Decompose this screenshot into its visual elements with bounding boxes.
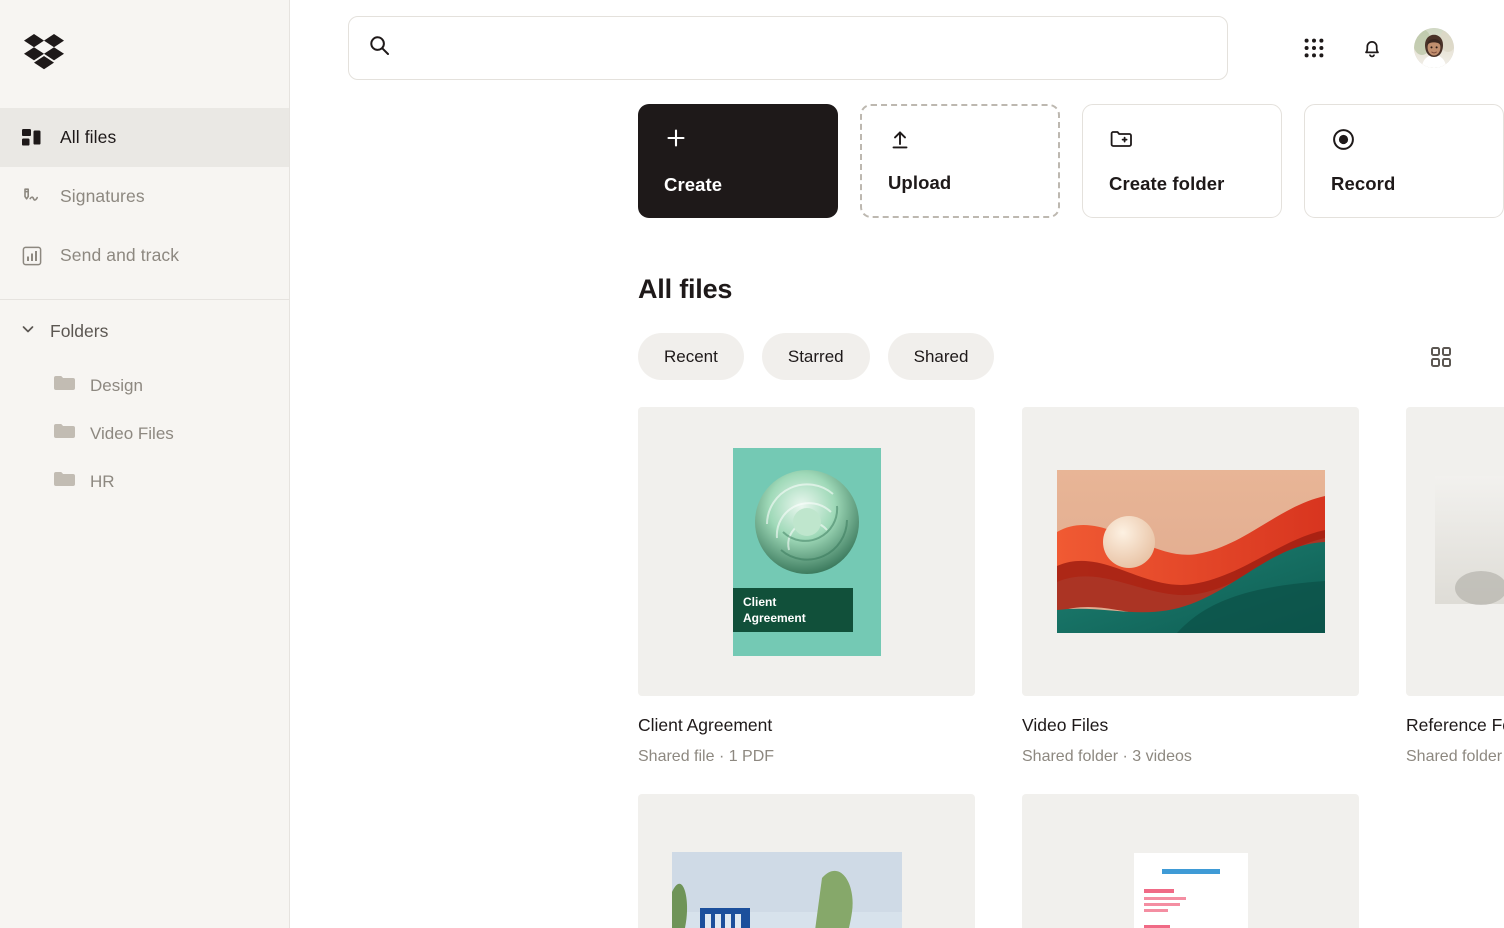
file-card-title: Video Files — [1022, 715, 1109, 735]
filter-chip-recent[interactable]: Recent — [638, 333, 744, 380]
bell-icon[interactable] — [1356, 32, 1388, 64]
file-card-meta: Shared folder · 13 images — [1406, 748, 1504, 765]
file-thumbnail — [1406, 407, 1504, 696]
file-card[interactable] — [1022, 794, 1359, 928]
document-page-thumb — [1115, 838, 1266, 928]
grid-view-icon[interactable] — [1424, 340, 1458, 374]
file-card[interactable] — [638, 794, 975, 928]
record-dot-icon — [1331, 127, 1503, 161]
top-bar — [290, 0, 1504, 80]
file-grid: Client Agreement Client Agreement Shared… — [290, 380, 1504, 928]
folder-icon — [54, 375, 75, 397]
send-and-track-chart-icon — [21, 245, 43, 267]
file-card[interactable]: Client Agreement Client Agreement Shared… — [638, 407, 975, 766]
record-button[interactable]: Record — [1304, 104, 1504, 218]
create-button[interactable]: Create — [638, 104, 838, 218]
search-input[interactable] — [402, 17, 1207, 79]
file-thumbnail — [638, 794, 975, 928]
filter-chips: Recent Starred Shared — [638, 333, 995, 380]
chevron-down-icon — [20, 321, 36, 342]
sidebar-folder-label: Video Files — [90, 424, 174, 443]
page-title: All files — [638, 274, 733, 304]
sidebar-item-signatures[interactable]: Signatures — [0, 167, 289, 226]
dropbox-logo-icon — [24, 34, 64, 70]
svg-text:Agreement: Agreement — [743, 611, 806, 625]
sidebar-item-label: All files — [60, 127, 117, 147]
sidebar-folder-label: HR — [90, 472, 115, 491]
action-button-row: Create Upload Create folder Record — [290, 80, 1504, 218]
folder-icon — [54, 423, 75, 445]
file-thumbnail: Client Agreement — [638, 407, 975, 696]
grid-apps-icon[interactable] — [1298, 32, 1330, 64]
file-card-title: Reference Folder — [1406, 715, 1504, 735]
main-content: Create Upload Create folder Record All f… — [290, 0, 1504, 928]
plus-icon — [664, 126, 838, 160]
signature-pen-icon — [21, 186, 43, 208]
file-card-title: Client Agreement — [638, 715, 773, 735]
search-icon — [369, 35, 390, 61]
search-bar[interactable] — [348, 16, 1228, 80]
create-button-label: Create — [664, 174, 723, 195]
sidebar-folder-hr[interactable]: HR — [0, 458, 289, 506]
photo-stack-thumb — [1434, 475, 1504, 605]
sidebar-folder-label: Design — [90, 376, 143, 395]
user-avatar-image — [1414, 28, 1454, 68]
all-files-icon — [21, 127, 43, 149]
file-thumbnail — [1022, 407, 1359, 696]
sidebar-folders-header[interactable]: Folders — [0, 300, 289, 362]
folder-plus-icon — [1109, 127, 1281, 161]
file-thumbnail — [1022, 794, 1359, 928]
sidebar-item-all-files[interactable]: All files — [0, 108, 289, 167]
file-card-meta: Shared folder · 3 videos — [1022, 748, 1192, 765]
file-card[interactable]: Reference Folder Shared folder · 13 imag… — [1406, 407, 1504, 766]
filter-chip-label: Shared — [913, 346, 969, 366]
sidebar: All files Signatures Send and track Fold… — [0, 0, 290, 928]
sidebar-folder-design[interactable]: Design — [0, 362, 289, 410]
filter-chip-starred[interactable]: Starred — [761, 333, 870, 380]
file-card[interactable]: Video Files Shared folder · 3 videos — [1022, 407, 1359, 766]
folder-icon — [54, 471, 75, 493]
top-bar-actions — [1298, 16, 1458, 80]
pdf-teal-spiral-thumb: Client Agreement — [732, 447, 881, 656]
avatar[interactable] — [1414, 28, 1454, 68]
sidebar-item-send-and-track[interactable]: Send and track — [0, 226, 289, 285]
sidebar-item-label: Signatures — [60, 186, 145, 206]
create-folder-button[interactable]: Create folder — [1082, 104, 1282, 218]
filter-chip-label: Starred — [787, 346, 844, 366]
upload-arrow-icon — [888, 128, 1058, 162]
upload-button[interactable]: Upload — [859, 104, 1060, 218]
sidebar-nav: All files Signatures Send and track — [0, 104, 289, 285]
sidebar-item-label: Send and track — [60, 245, 180, 265]
filter-chip-shared[interactable]: Shared — [887, 333, 995, 380]
filter-row: Recent Starred Shared — [290, 305, 1504, 380]
dropbox-logo[interactable] — [0, 0, 289, 104]
record-button-label: Record — [1331, 173, 1396, 194]
sidebar-folder-video-files[interactable]: Video Files — [0, 410, 289, 458]
create-folder-button-label: Create folder — [1109, 173, 1225, 194]
filter-chip-label: Recent — [664, 346, 718, 366]
video-abstract-wave-thumb — [1056, 470, 1325, 633]
sidebar-folders-label: Folders — [50, 320, 109, 341]
svg-text:Client: Client — [743, 595, 776, 609]
app-root: All files Signatures Send and track Fold… — [0, 0, 1504, 928]
photo-mediterranean-thumb — [661, 823, 952, 928]
file-card-meta: Shared file · 1 PDF — [638, 748, 775, 765]
upload-button-label: Upload — [887, 172, 952, 193]
